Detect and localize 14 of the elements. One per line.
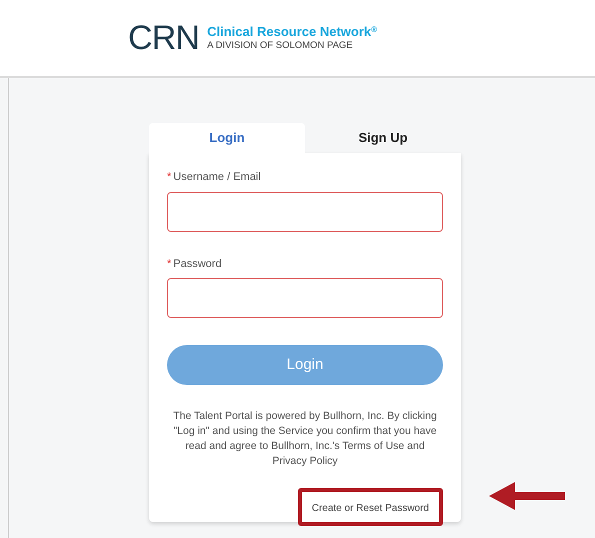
input-field[interactable] <box>167 278 443 318</box>
reset-password-link[interactable]: Create or Reset Password <box>312 503 429 514</box>
field-label: Username / Email <box>173 170 261 185</box>
input-field[interactable] <box>167 192 443 232</box>
arrow-icon <box>489 482 567 510</box>
required-mark: * <box>167 170 172 185</box>
disclaimer-text: The Talent Portal is powered by Bullhorn, Inc. By clicking "Log in" and using the Service you confirm that you have read and agree to Bullhorn, Inc.'s Terms of Use and Privacy Policy <box>172 409 438 469</box>
field-label: Password <box>173 256 222 272</box>
required-mark: * <box>167 256 172 272</box>
tagline: A DIVISION OF SOLOMON PAGE <box>207 40 354 52</box>
logo-text: CRN <box>128 21 200 55</box>
tab[interactable]: Sign Up <box>305 123 461 153</box>
brand-name: Clinical Resource Network$^{®}$ <box>207 24 378 40</box>
tab[interactable]: Login <box>149 123 305 153</box>
